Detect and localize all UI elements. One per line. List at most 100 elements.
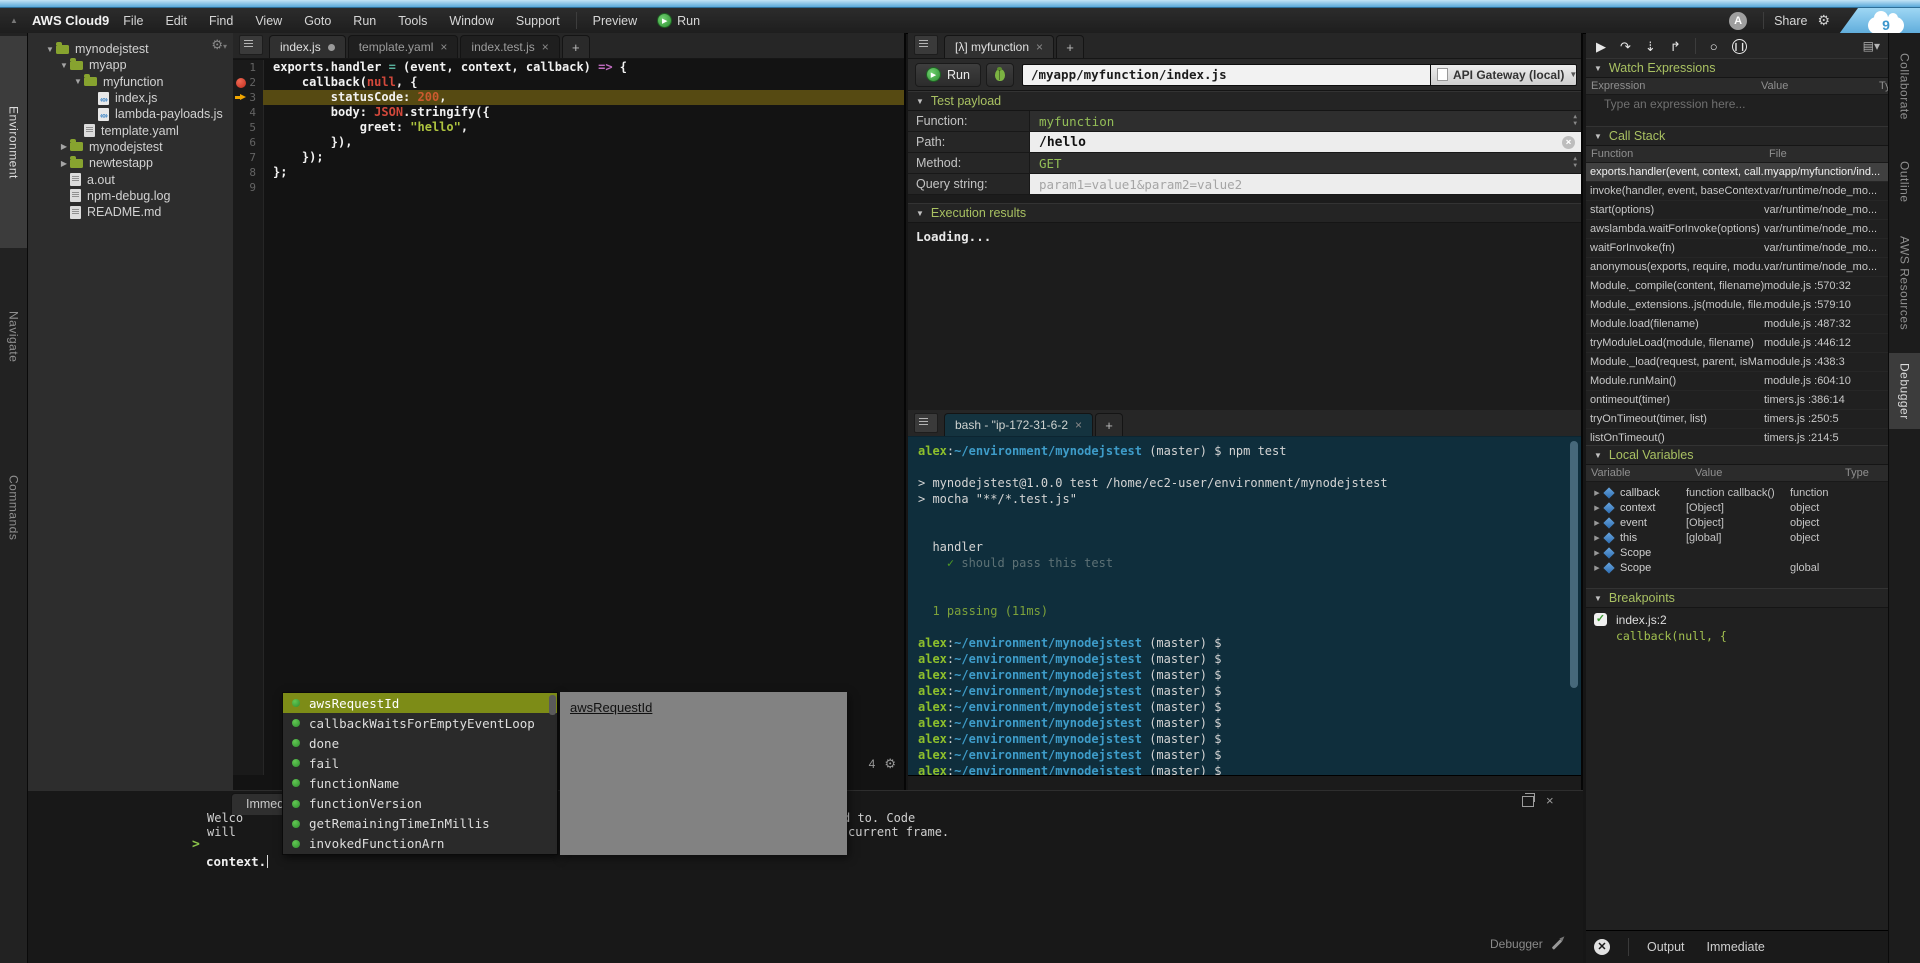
sidebar-tab-commands[interactable]: Commands: [0, 427, 27, 589]
tree-item-readme.md[interactable]: README.md: [28, 204, 233, 220]
expander-icon[interactable]: ▶: [1592, 504, 1602, 512]
terminal[interactable]: alex:~/environment/mynodejstest (master)…: [908, 437, 1581, 775]
call-stack-frame[interactable]: awslambda.waitForInvoke(options)var/runt…: [1586, 220, 1888, 239]
payload-select[interactable]: myfunction▲▼: [1030, 111, 1581, 131]
new-tab-button[interactable]: +: [1095, 413, 1123, 436]
completion-item-getRemainingTimeInMillis[interactable]: getRemainingTimeInMillis: [283, 814, 557, 834]
settings-gear-icon[interactable]: ⚙: [1817, 12, 1830, 29]
debug-toggle-button[interactable]: [986, 63, 1014, 87]
menu-item-tools[interactable]: Tools: [398, 14, 427, 28]
call-stack-frame[interactable]: Module._extensions..js(module, file...mo…: [1586, 296, 1888, 315]
tree-item-lambda-payloads.js[interactable]: lambda-payloads.js: [28, 106, 233, 122]
new-tab-button[interactable]: +: [1056, 35, 1084, 58]
completion-item-awsRequestId[interactable]: awsRequestId: [283, 693, 557, 713]
sidebar-tab-navigate[interactable]: Navigate: [0, 257, 27, 417]
payload-select[interactable]: GET▲▼: [1030, 153, 1581, 173]
call-stack-frame[interactable]: tryModuleLoad(module, filename)module.js…: [1586, 334, 1888, 353]
close-icon[interactable]: ×: [1546, 793, 1554, 808]
line-number[interactable]: 1: [233, 60, 263, 75]
close-icon[interactable]: ×: [440, 40, 447, 54]
menu-collapse-icon[interactable]: ▲: [0, 16, 28, 25]
step-into-icon[interactable]: ⇣: [1645, 33, 1656, 60]
call-stack-frame[interactable]: exports.handler(event, context, call...m…: [1586, 163, 1888, 182]
call-stack-frame[interactable]: start(options)var/runtime/node_mo...: [1586, 201, 1888, 220]
tree-item-template.yaml[interactable]: template.yaml: [28, 122, 233, 138]
tree-item-a.out[interactable]: a.out: [28, 171, 233, 187]
variable-row-scope[interactable]: ▶Scopeglobal: [1586, 560, 1888, 575]
tree-expander-icon[interactable]: ▶: [58, 142, 70, 151]
test-payload-header[interactable]: Test payload: [908, 91, 1581, 111]
menu-item-edit[interactable]: Edit: [165, 14, 187, 28]
console-tab-output[interactable]: Output: [1647, 940, 1685, 954]
breakpoint-entry[interactable]: ✓index.js:2callback(null, {: [1586, 608, 1888, 643]
tree-item-npm-debug.log[interactable]: npm-debug.log: [28, 188, 233, 204]
call-stack-frame[interactable]: invoke(handler, event, baseContext...var…: [1586, 182, 1888, 201]
watch-expression-input[interactable]: Type an expression here...: [1586, 95, 1888, 113]
popup-scrollbar[interactable]: [549, 695, 556, 715]
console-tab-immediate[interactable]: Immediate: [1707, 940, 1765, 954]
tree-expander-icon[interactable]: ▼: [58, 61, 70, 70]
tree-item-mynodejstest[interactable]: ▶mynodejstest: [28, 139, 233, 155]
watch-header[interactable]: Watch Expressions: [1586, 58, 1888, 78]
call-stack-frame[interactable]: Module._load(request, parent, isMa...mod…: [1586, 353, 1888, 372]
tree-item-myapp[interactable]: ▼myapp: [28, 57, 233, 73]
new-tab-button[interactable]: +: [562, 35, 590, 58]
avatar[interactable]: A: [1729, 12, 1747, 30]
tree-item-myfunction[interactable]: ▼myfunction: [28, 74, 233, 90]
run-menu-button[interactable]: ▶ Run: [657, 13, 700, 28]
tree-item-mynodejstest[interactable]: ▼mynodejstest: [28, 41, 233, 57]
resume-icon[interactable]: ▶: [1596, 33, 1606, 60]
toggle-breakpoints-icon[interactable]: ○: [1710, 33, 1718, 60]
close-icon[interactable]: ×: [1036, 40, 1043, 54]
panel-menu-icon[interactable]: ▤▾: [1863, 33, 1880, 60]
payload-input[interactable]: /hello×: [1030, 132, 1581, 152]
line-number[interactable]: 2: [233, 75, 263, 90]
expander-icon[interactable]: ▶: [1592, 564, 1602, 572]
line-number[interactable]: 5: [233, 120, 263, 135]
tree-expander-icon[interactable]: ▼: [44, 45, 56, 54]
payload-input[interactable]: param1=value1&param2=value2: [1030, 174, 1581, 194]
run-button[interactable]: ▶ Run: [915, 63, 981, 87]
call-stack-frame[interactable]: Module.runMain()module.js :604:10: [1586, 372, 1888, 391]
variable-row-context[interactable]: ▶context[Object]object: [1586, 500, 1888, 515]
call-stack-frame[interactable]: Module._compile(content, filename)module…: [1586, 277, 1888, 296]
runner-target-select[interactable]: API Gateway (local) ▼: [1431, 64, 1577, 86]
close-icon[interactable]: ×: [1075, 418, 1082, 432]
editor-tab-template-yaml[interactable]: template.yaml×: [348, 35, 459, 58]
line-number[interactable]: 4: [233, 105, 263, 120]
immediate-target-select[interactable]: Debugger: [1490, 937, 1563, 951]
breakpoint-icon[interactable]: [236, 78, 246, 88]
clear-field-icon[interactable]: ×: [1562, 136, 1575, 149]
call-stack-frame[interactable]: waitForInvoke(fn)var/runtime/node_mo...: [1586, 239, 1888, 258]
call-stack-frame[interactable]: Module.load(filename)module.js :487:32: [1586, 315, 1888, 334]
line-number[interactable]: 6: [233, 135, 263, 150]
completion-item-functionVersion[interactable]: functionVersion: [283, 793, 557, 813]
line-number[interactable]: 7: [233, 150, 263, 165]
restore-window-icon[interactable]: [1522, 796, 1534, 807]
call-stack-frame[interactable]: tryOnTimeout(timer, list)timers.js :250:…: [1586, 410, 1888, 429]
variable-row-scope[interactable]: ▶Scope: [1586, 545, 1888, 560]
editor-tab-index-test-js[interactable]: index.test.js×: [460, 35, 559, 58]
tree-expander-icon[interactable]: ▶: [58, 159, 70, 168]
editor-gear-icon[interactable]: ⚙: [884, 756, 896, 772]
pause-on-exceptions-icon[interactable]: ❙❙: [1732, 39, 1747, 54]
runner-path-input[interactable]: /myapp/myfunction/index.js: [1022, 64, 1431, 86]
completion-item-functionName[interactable]: functionName: [283, 773, 557, 793]
close-icon[interactable]: ×: [542, 40, 549, 54]
call-stack-frame[interactable]: ontimeout(timer)timers.js :386:14: [1586, 391, 1888, 410]
breakpoints-header[interactable]: Breakpoints: [1586, 588, 1888, 608]
sidebar-tab-environment[interactable]: Environment: [0, 36, 27, 248]
tab-list-icon[interactable]: [239, 35, 263, 55]
expander-icon[interactable]: ▶: [1592, 519, 1602, 527]
variable-row-callback[interactable]: ▶callbackfunction callback()function: [1586, 485, 1888, 500]
step-over-icon[interactable]: ↷: [1620, 33, 1631, 60]
runner-tab[interactable]: [λ] myfunction ×: [944, 35, 1054, 58]
local-variables-header[interactable]: Local Variables: [1586, 445, 1888, 465]
completion-item-callbackWaitsForEmptyEventLoop[interactable]: callbackWaitsForEmptyEventLoop: [283, 713, 557, 733]
menu-item-find[interactable]: Find: [209, 14, 233, 28]
terminal-scrollbar[interactable]: [1570, 441, 1578, 688]
completion-item-invokedFunctionArn[interactable]: invokedFunctionArn: [283, 834, 557, 854]
variable-row-event[interactable]: ▶event[Object]object: [1586, 515, 1888, 530]
completion-item-done[interactable]: done: [283, 733, 557, 753]
expander-icon[interactable]: ▶: [1592, 549, 1602, 557]
